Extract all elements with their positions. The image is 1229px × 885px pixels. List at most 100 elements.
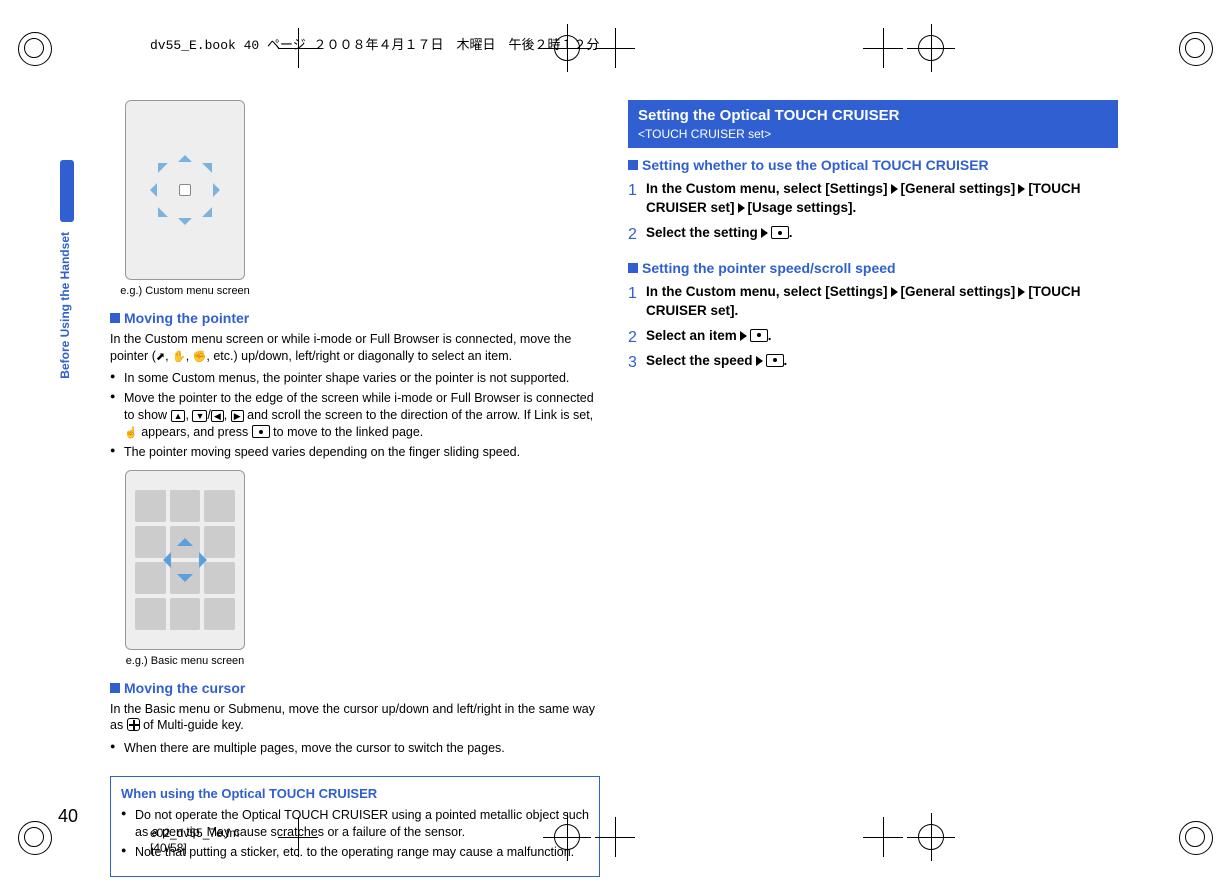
heading-text: Moving the pointer (124, 310, 249, 326)
step-number: 3 (628, 352, 637, 374)
text: The pointer moving speed varies dependin… (124, 445, 520, 459)
pointer-arrow-icon: ⬈ (156, 352, 165, 363)
heading-usage-setting: Setting whether to use the Optical TOUCH… (628, 156, 1118, 175)
crop-mark-icon (278, 817, 318, 857)
step-item: 2 Select the setting. (628, 224, 1118, 243)
heading-moving-pointer: Moving the pointer (110, 309, 600, 328)
text: Select the setting (646, 225, 758, 240)
section-tab-marker (60, 160, 74, 222)
center-key-icon (750, 329, 768, 342)
text: Select an item (646, 328, 737, 343)
registration-cross-icon (911, 817, 951, 857)
para: In the Custom menu screen or while i-mod… (110, 331, 600, 365)
text: , (165, 349, 172, 363)
text: Select the speed (646, 353, 753, 368)
text: and scroll the screen to the direction o… (247, 408, 593, 422)
registration-ring-icon (18, 821, 50, 853)
text: In the Custom menu, select [Settings] (646, 181, 888, 196)
crop-mark-icon (595, 817, 635, 857)
list-item: In some Custom menus, the pointer shape … (124, 370, 600, 387)
side-tab: Before Using the Handset (58, 100, 84, 800)
bullet-list: When there are multiple pages, move the … (110, 740, 600, 760)
registration-ring-icon (1179, 821, 1211, 853)
square-bullet-icon (628, 160, 638, 170)
square-bullet-icon (110, 683, 120, 693)
breadcrumb-arrow-icon (738, 203, 745, 213)
bullet-list: In some Custom menus, the pointer shape … (110, 370, 600, 463)
banner-subtitle: <TOUCH CRUISER set> (638, 126, 1108, 142)
text: [Usage settings]. (748, 200, 857, 215)
scroll-right-icon: ▶ (231, 410, 244, 422)
right-column: Setting the Optical TOUCH CRUISER <TOUCH… (628, 100, 1118, 800)
step-item: 2 Select an item. (628, 327, 1118, 346)
text: When there are multiple pages, move the … (124, 741, 505, 755)
figure-custom-menu: e.g.) Custom menu screen (120, 100, 250, 299)
figure-caption: e.g.) Custom menu screen (120, 284, 250, 299)
heading-text: Moving the cursor (124, 680, 245, 696)
print-registration-bottom (0, 807, 1229, 867)
center-key-icon (766, 354, 784, 367)
figure-basic-menu: e.g.) Basic menu screen (120, 470, 250, 669)
crop-mark-icon (595, 28, 635, 68)
section-name-vertical: Before Using the Handset (58, 232, 72, 379)
page-content: Before Using the Handset e.g.) Custom me… (58, 100, 1172, 800)
pointer-hand-icon: ✋ (172, 352, 186, 363)
heading-text: Setting whether to use the Optical TOUCH… (642, 157, 989, 173)
cursor-directions-icon (159, 534, 211, 586)
breadcrumb-arrow-icon (756, 356, 763, 366)
scroll-down-icon: ▼ (192, 410, 207, 422)
list-item: The pointer moving speed varies dependin… (124, 444, 600, 461)
text: , (186, 349, 193, 363)
registration-ring-icon (18, 32, 50, 64)
center-key-icon (252, 425, 270, 438)
steps-list: 1 In the Custom menu, select [Settings][… (628, 283, 1118, 377)
left-column: e.g.) Custom menu screen Moving the poin… (110, 100, 600, 800)
text: [General settings] (901, 284, 1016, 299)
list-item: Move the pointer to the edge of the scre… (124, 390, 600, 441)
para: In the Basic menu or Submenu, move the c… (110, 701, 600, 735)
text: . (789, 225, 793, 240)
screenshot-basic-menu (125, 470, 245, 650)
breadcrumb-arrow-icon (761, 228, 768, 238)
scroll-up-icon: ▲ (171, 410, 186, 422)
step-number: 1 (628, 180, 637, 202)
text: , etc.) up/down, left/right or diagonall… (206, 349, 512, 363)
scroll-left-icon: ◀ (211, 410, 224, 422)
text: of Multi-guide key. (143, 718, 244, 732)
registration-center-group (278, 817, 318, 857)
step-item: 1 In the Custom menu, select [Settings][… (628, 283, 1118, 321)
text: . (784, 353, 788, 368)
text: In some Custom menus, the pointer shape … (124, 371, 569, 385)
step-item: 3 Select the speed. (628, 352, 1118, 371)
square-bullet-icon (110, 313, 120, 323)
heading-moving-cursor: Moving the cursor (110, 679, 600, 698)
section-banner: Setting the Optical TOUCH CRUISER <TOUCH… (628, 100, 1118, 148)
heading-speed-setting: Setting the pointer speed/scroll speed (628, 259, 1118, 278)
text: to move to the linked page. (273, 425, 423, 439)
crop-mark-icon (863, 817, 903, 857)
breadcrumb-arrow-icon (740, 331, 747, 341)
list-item: When there are multiple pages, move the … (124, 740, 600, 757)
pointer-directions-icon (145, 150, 225, 230)
step-number: 1 (628, 283, 637, 305)
screenshot-custom-menu (125, 100, 245, 280)
steps-list: 1 In the Custom menu, select [Settings] [… (628, 180, 1118, 249)
center-key-icon (771, 226, 789, 239)
text: [General settings] (901, 181, 1016, 196)
breadcrumb-arrow-icon (891, 184, 898, 194)
text: . (768, 328, 772, 343)
warning-title: When using the Optical TOUCH CRUISER (121, 785, 589, 803)
registration-cross-icon (911, 28, 951, 68)
columns: e.g.) Custom menu screen Moving the poin… (84, 100, 1172, 800)
breadcrumb-arrow-icon (1018, 287, 1025, 297)
registration-center-group (547, 817, 635, 857)
text: appears, and press (141, 425, 252, 439)
step-number: 2 (628, 224, 637, 246)
figure-caption: e.g.) Basic menu screen (120, 654, 250, 669)
registration-ring-icon (1179, 32, 1211, 64)
registration-center-group (863, 817, 951, 857)
square-bullet-icon (628, 263, 638, 273)
link-hand-icon: ☝ (124, 428, 138, 439)
breadcrumb-arrow-icon (891, 287, 898, 297)
breadcrumb-arrow-icon (1018, 184, 1025, 194)
